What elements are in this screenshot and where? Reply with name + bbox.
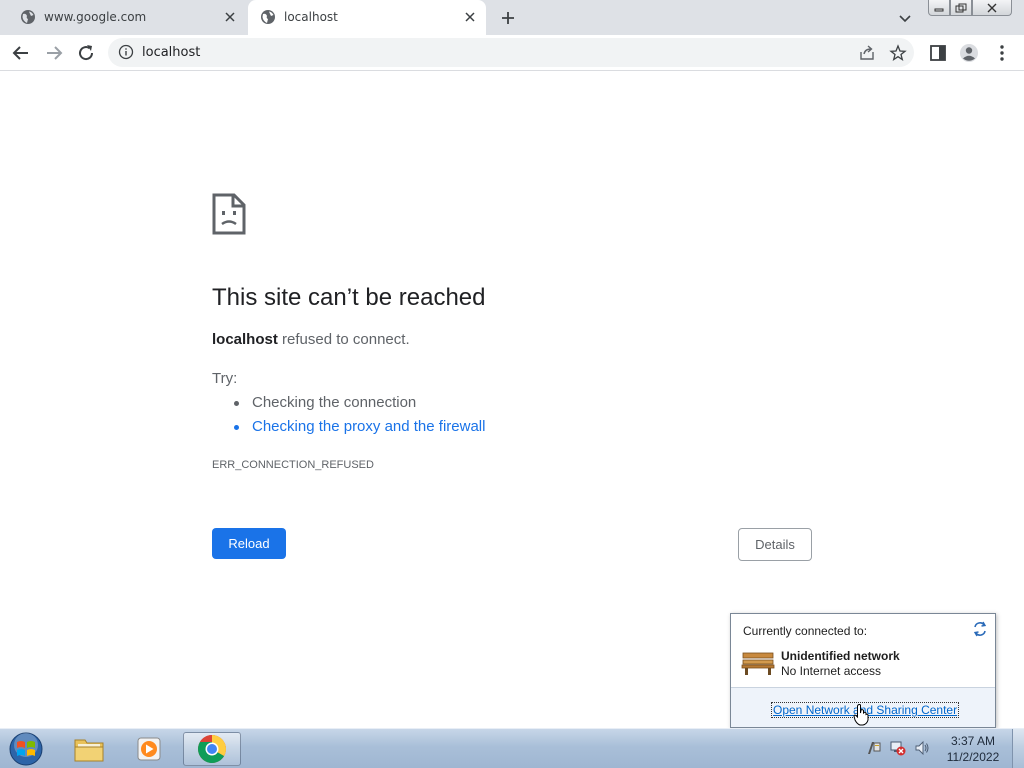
kebab-menu-icon[interactable] [991,42,1013,64]
star-icon[interactable] [889,44,907,62]
taskbar-media-player[interactable] [121,732,179,766]
reload-icon[interactable] [74,41,98,65]
chevron-down-icon[interactable] [896,9,914,27]
network-error-icon[interactable] [890,740,906,756]
close-icon[interactable] [462,9,478,25]
folder-icon [74,739,104,762]
forward-arrow-icon[interactable] [42,41,66,65]
share-icon[interactable] [858,44,876,62]
tab-title: www.google.com [44,10,147,24]
suggestion-check-proxy-link[interactable]: Checking the proxy and the firewall [234,418,485,442]
tab-localhost[interactable]: localhost [248,0,486,35]
media-player-icon [137,737,161,761]
tab-strip: www.google.com localhost [0,0,1024,35]
system-clock[interactable]: 3:37 AM 11/2/2022 [940,733,1006,765]
details-button[interactable]: Details [738,528,812,561]
back-arrow-icon[interactable] [9,41,33,65]
url-text: localhost [142,45,201,60]
maximize-button[interactable] [950,0,972,16]
browser-toolbar: localhost [0,35,1024,71]
network-name: Unidentified network [781,649,900,663]
suggestion-check-connection: Checking the connection [234,394,485,418]
window-controls [928,0,1020,18]
error-description: localhost refused to connect. [212,331,410,348]
suggestion-list: Checking the connection Checking the pro… [234,394,485,442]
reload-button[interactable]: Reload [212,528,286,559]
sad-page-icon [212,193,246,235]
info-icon[interactable] [118,44,134,60]
clock-date: 11/2/2022 [946,750,1000,764]
side-panel-icon[interactable] [927,42,949,64]
error-description-text: refused to connect. [277,331,410,348]
globe-icon [261,10,275,24]
hand-cursor-icon [853,704,869,726]
taskbar-chrome[interactable] [183,732,241,766]
flyout-header: Currently connected to: [743,624,868,638]
error-code: ERR_CONNECTION_REFUSED [212,459,374,471]
chrome-icon [198,735,226,763]
minimize-button[interactable] [928,0,950,16]
profile-icon[interactable] [958,42,980,64]
globe-icon [21,10,35,24]
page-title: This site can’t be reached [212,284,486,311]
taskbar: 3:37 AM 11/2/2022 [0,728,1024,768]
restore-icon [955,3,967,12]
close-window-button[interactable] [972,0,1012,16]
close-icon [987,3,997,12]
clock-time: 3:37 AM [950,734,996,748]
windows-start-icon[interactable] [6,731,46,767]
action-center-icon[interactable] [866,740,882,756]
plus-icon[interactable] [498,8,518,28]
speaker-icon[interactable] [914,740,930,756]
minimize-icon [934,8,944,11]
error-host: localhost [212,331,278,348]
taskbar-explorer[interactable] [60,732,118,766]
tab-google[interactable]: www.google.com [8,0,246,35]
try-label: Try: [212,370,238,387]
close-icon[interactable] [222,9,238,25]
bench-network-icon [741,652,775,675]
tab-title: localhost [284,10,338,24]
network-status: No Internet access [781,664,882,678]
address-bar[interactable]: localhost [108,38,914,67]
refresh-icon[interactable] [972,621,988,637]
show-desktop-button[interactable] [1012,729,1024,768]
